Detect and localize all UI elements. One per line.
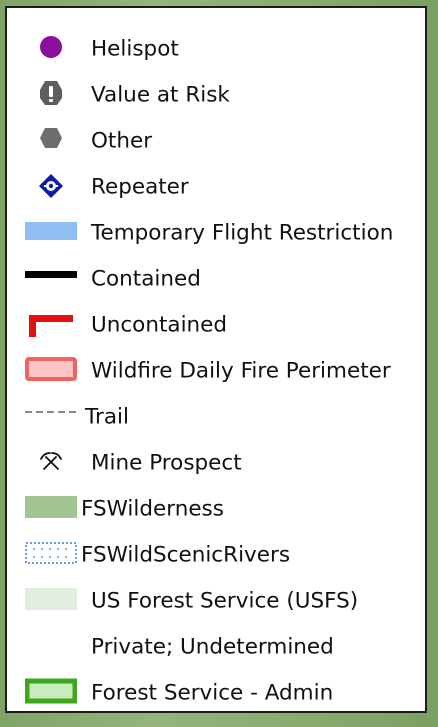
legend-item-contained: Contained bbox=[7, 256, 425, 302]
pick-axes-icon bbox=[21, 440, 81, 486]
legend-item-uncontained: Uncontained bbox=[7, 302, 425, 348]
legend-item-helispot: Helispot bbox=[7, 26, 425, 72]
map-legend: Helispot Value at Risk Other Repeater Te… bbox=[5, 6, 427, 713]
legend-item-fs-admin: Forest Service - Admin bbox=[7, 670, 425, 716]
legend-item-private: Private; Undetermined bbox=[7, 624, 425, 670]
legend-label-contained: Contained bbox=[91, 266, 201, 292]
hexagon-icon bbox=[21, 118, 81, 164]
uncontained-line-icon bbox=[21, 302, 81, 348]
perimeter-swatch-icon bbox=[21, 348, 81, 394]
legend-label-fs-admin: Forest Service - Admin bbox=[91, 680, 334, 706]
legend-item-perimeter: Wildfire Daily Fire Perimeter bbox=[7, 348, 425, 394]
legend-item-value-at-risk: Value at Risk bbox=[7, 72, 425, 118]
legend-label-mine-prospect: Mine Prospect bbox=[91, 450, 242, 476]
private-swatch bbox=[21, 624, 81, 670]
legend-label-value-at-risk: Value at Risk bbox=[91, 82, 230, 108]
legend-item-mine-prospect: Mine Prospect bbox=[7, 440, 425, 486]
scenic-rivers-swatch-icon bbox=[21, 532, 81, 578]
wilderness-swatch-icon bbox=[21, 486, 81, 532]
legend-label-fswilderness: FSWilderness bbox=[81, 496, 224, 522]
legend-label-perimeter: Wildfire Daily Fire Perimeter bbox=[91, 358, 391, 384]
legend-label-tfr: Temporary Flight Restriction bbox=[91, 220, 394, 246]
legend-label-other: Other bbox=[91, 128, 153, 154]
legend-item-tfr: Temporary Flight Restriction bbox=[7, 210, 425, 256]
legend-label-usfs: US Forest Service (USFS) bbox=[91, 588, 359, 614]
usfs-swatch-icon bbox=[21, 578, 81, 624]
exclamation-icon bbox=[21, 72, 81, 118]
contained-line-icon bbox=[21, 256, 81, 302]
repeater-icon bbox=[21, 164, 81, 210]
legend-label-private: Private; Undetermined bbox=[91, 634, 334, 660]
legend-item-trail: Trail bbox=[7, 394, 425, 440]
legend-label-trail: Trail bbox=[85, 404, 129, 430]
legend-label-fswildscenicrivers: FSWildScenicRivers bbox=[81, 542, 291, 568]
dashed-line-icon bbox=[21, 394, 81, 440]
legend-item-fswildscenicrivers: FSWildScenicRivers bbox=[7, 532, 425, 578]
legend-list: Helispot Value at Risk Other Repeater Te… bbox=[7, 8, 425, 716]
legend-label-helispot: Helispot bbox=[91, 36, 179, 62]
tfr-swatch-icon bbox=[21, 210, 81, 256]
legend-item-repeater: Repeater bbox=[7, 164, 425, 210]
legend-label-uncontained: Uncontained bbox=[91, 312, 228, 338]
legend-item-usfs: US Forest Service (USFS) bbox=[7, 578, 425, 624]
legend-label-repeater: Repeater bbox=[91, 174, 189, 200]
legend-item-fswilderness: FSWilderness bbox=[7, 486, 425, 532]
legend-item-other: Other bbox=[7, 118, 425, 164]
admin-swatch-icon bbox=[21, 670, 81, 716]
helispot-icon bbox=[21, 26, 81, 72]
